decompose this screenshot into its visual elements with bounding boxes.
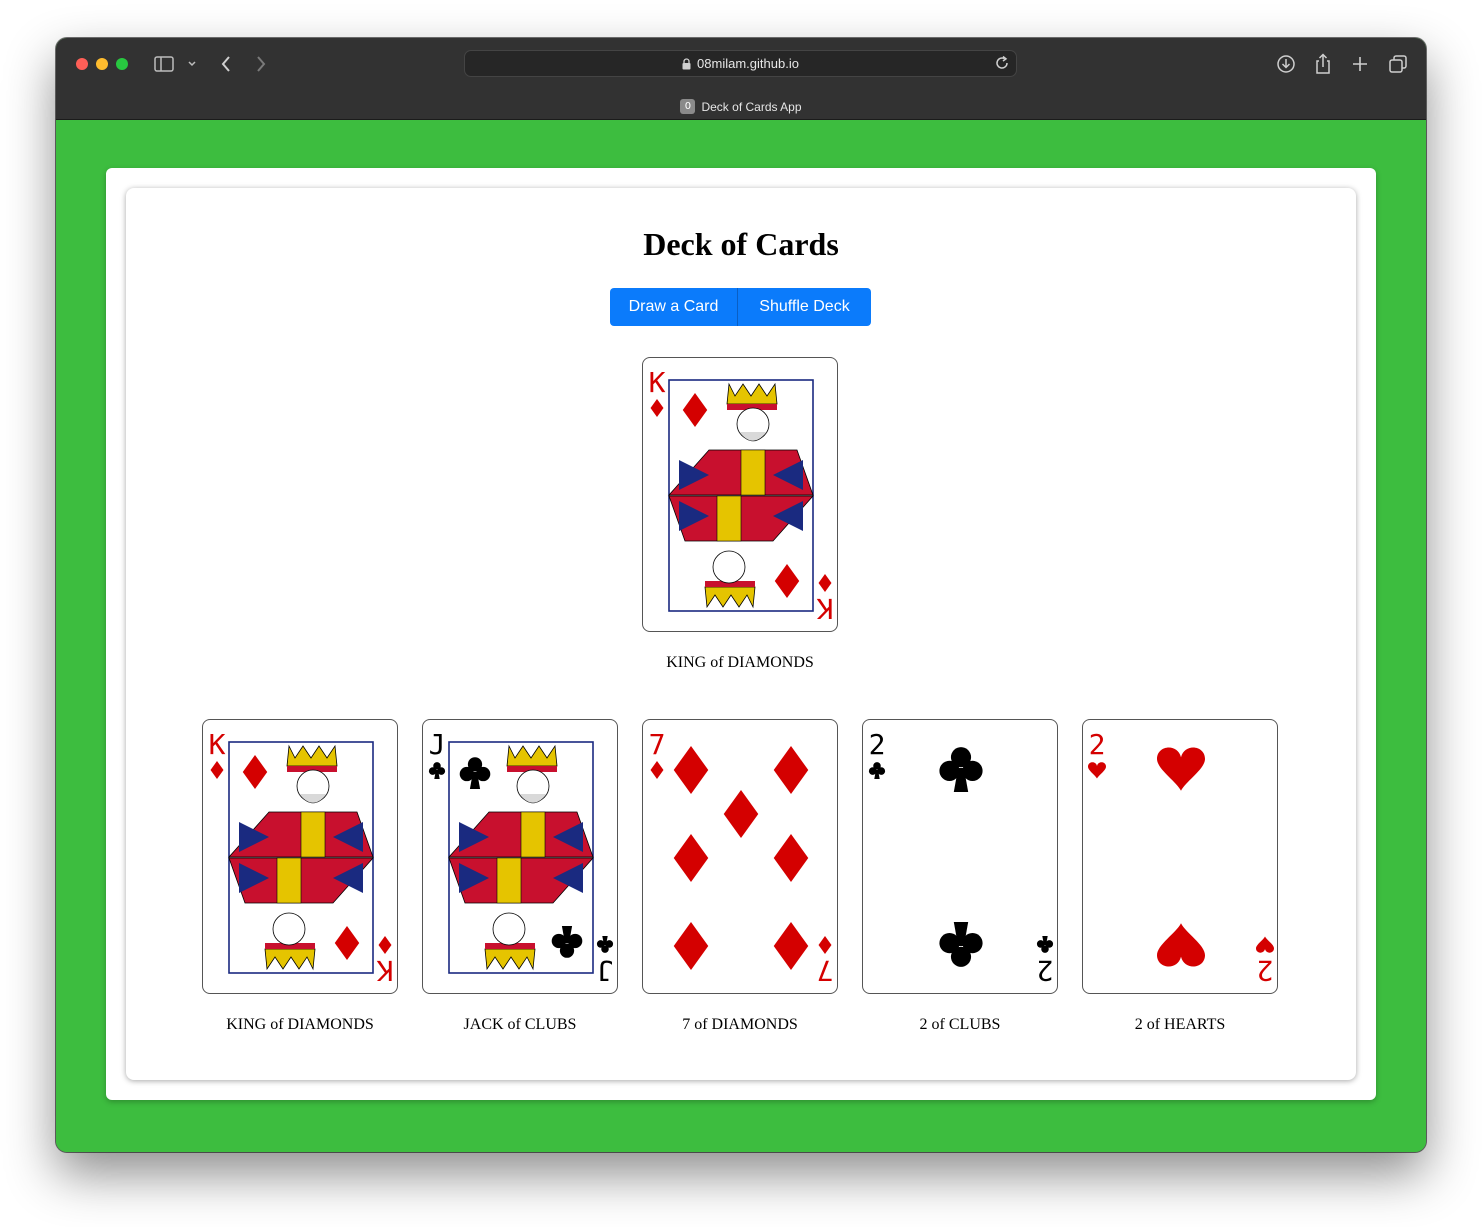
diamonds-pip-icon: [378, 936, 392, 954]
clubs-pip-icon: [428, 762, 446, 779]
svg-text:J: J: [429, 728, 446, 761]
sidebar-icon[interactable]: [153, 52, 175, 76]
face-card-artwork: [228, 741, 374, 974]
forward-arrow-icon[interactable]: [251, 52, 271, 76]
clubs-pip-icon: [868, 762, 886, 779]
card-corner-index: 2: [1036, 936, 1054, 987]
drawn-card-caption: JACK of CLUBS: [463, 1016, 577, 1033]
hearts-pip-icon: [1157, 747, 1205, 791]
drawn-card-image: 22: [1082, 719, 1278, 994]
tab-overview-icon[interactable]: [1386, 52, 1410, 76]
card-corner-index: 2: [1088, 728, 1106, 779]
diamonds-pip-icon: [673, 834, 709, 882]
clubs-pip-icon: [939, 922, 983, 967]
svg-text:2: 2: [1089, 728, 1106, 761]
svg-text:2: 2: [869, 728, 886, 761]
diamonds-pip-icon: [673, 922, 709, 970]
svg-text:7: 7: [649, 728, 666, 761]
svg-text:K: K: [376, 954, 393, 987]
button-group: Draw a Card Shuffle Deck: [610, 288, 871, 326]
drawn-card-image: KK: [202, 719, 398, 994]
reload-icon[interactable]: [994, 55, 1010, 74]
drawn-card-caption: 7 of DIAMONDS: [682, 1016, 798, 1033]
card-corner-index: J: [596, 936, 614, 987]
drawn-card-image: 22: [862, 719, 1058, 994]
card-corner-index: K: [816, 574, 833, 625]
favicon: 0: [680, 99, 696, 114]
diamonds-pip-icon: [818, 936, 832, 954]
address-bar[interactable]: 08milam.github.io: [464, 50, 1017, 77]
diamonds-pip-icon: [210, 761, 224, 779]
draw-card-button[interactable]: Draw a Card: [610, 288, 738, 326]
card-container: Deck of Cards Draw a Card Shuffle Deck K…: [126, 188, 1356, 1080]
downloads-icon[interactable]: [1274, 52, 1298, 76]
svg-text:2: 2: [1257, 954, 1274, 987]
diamonds-pip-icon: [723, 790, 759, 838]
face-card-artwork: [668, 379, 814, 612]
current-card-caption: KING of DIAMONDS: [666, 654, 814, 671]
tab-deck-of-cards[interactable]: 0 Deck of Cards App: [56, 94, 1426, 119]
card-corner-index: J: [428, 728, 446, 779]
card-corner-index: 2: [1256, 936, 1274, 987]
svg-text:2: 2: [1037, 954, 1054, 987]
drawn-card-caption: 2 of HEARTS: [1134, 1016, 1226, 1033]
card-corner-index: K: [376, 936, 393, 987]
new-tab-plus-icon[interactable]: [1348, 52, 1372, 76]
clubs-pip-icon: [1036, 936, 1054, 953]
card-corner-index: 7: [649, 728, 666, 779]
face-card-artwork: [448, 741, 594, 974]
drawn-card-image: JJ: [422, 719, 618, 994]
svg-text:7: 7: [817, 954, 834, 987]
drawn-card-caption: 2 of CLUBS: [919, 1016, 1001, 1033]
diamonds-pip-icon: [673, 746, 709, 794]
hearts-pip-icon: [1157, 923, 1205, 967]
drawn-card-caption: KING of DIAMONDS: [226, 1016, 374, 1033]
close-window-button[interactable]: [76, 58, 88, 70]
diamonds-pip-icon: [650, 399, 664, 417]
card-corner-index: 7: [817, 936, 834, 987]
zoom-window-button[interactable]: [116, 58, 128, 70]
page-content: Deck of Cards Draw a Card Shuffle Deck K…: [56, 120, 1426, 1152]
chevron-down-icon[interactable]: [185, 52, 199, 76]
tab-title: Deck of Cards App: [701, 99, 802, 114]
card-corner-index: K: [649, 366, 666, 417]
diamonds-pip-icon: [773, 922, 809, 970]
current-card-image: KK: [642, 357, 838, 632]
hearts-pip-icon: [1088, 762, 1106, 779]
browser-window: 08milam.github.io 0 Deck of Cards App De…: [56, 38, 1426, 1152]
hearts-pip-icon: [1256, 936, 1274, 953]
back-arrow-icon[interactable]: [216, 52, 236, 76]
clubs-pip-icon: [939, 747, 983, 792]
svg-text:K: K: [209, 728, 226, 761]
clubs-pip-icon: [596, 936, 614, 953]
diamonds-pip-icon: [650, 761, 664, 779]
outer-container: Deck of Cards Draw a Card Shuffle Deck K…: [106, 168, 1376, 1100]
card-corner-index: K: [209, 728, 226, 779]
diamonds-pip-icon: [818, 574, 832, 592]
diamonds-pip-icon: [773, 746, 809, 794]
shuffle-deck-button[interactable]: Shuffle Deck: [738, 288, 871, 326]
svg-text:K: K: [649, 366, 666, 399]
card-corner-index: 2: [868, 728, 886, 779]
lock-icon: [682, 57, 691, 70]
page-title: Deck of Cards: [643, 226, 839, 262]
svg-text:K: K: [816, 592, 833, 625]
diamonds-pip-icon: [773, 834, 809, 882]
svg-text:J: J: [597, 954, 614, 987]
share-icon[interactable]: [1311, 52, 1335, 76]
drawn-card-image: 77: [642, 719, 838, 994]
minimize-window-button[interactable]: [96, 58, 108, 70]
url-text: 08milam.github.io: [697, 56, 799, 71]
browser-toolbar: 08milam.github.io 0 Deck of Cards App: [56, 38, 1426, 120]
